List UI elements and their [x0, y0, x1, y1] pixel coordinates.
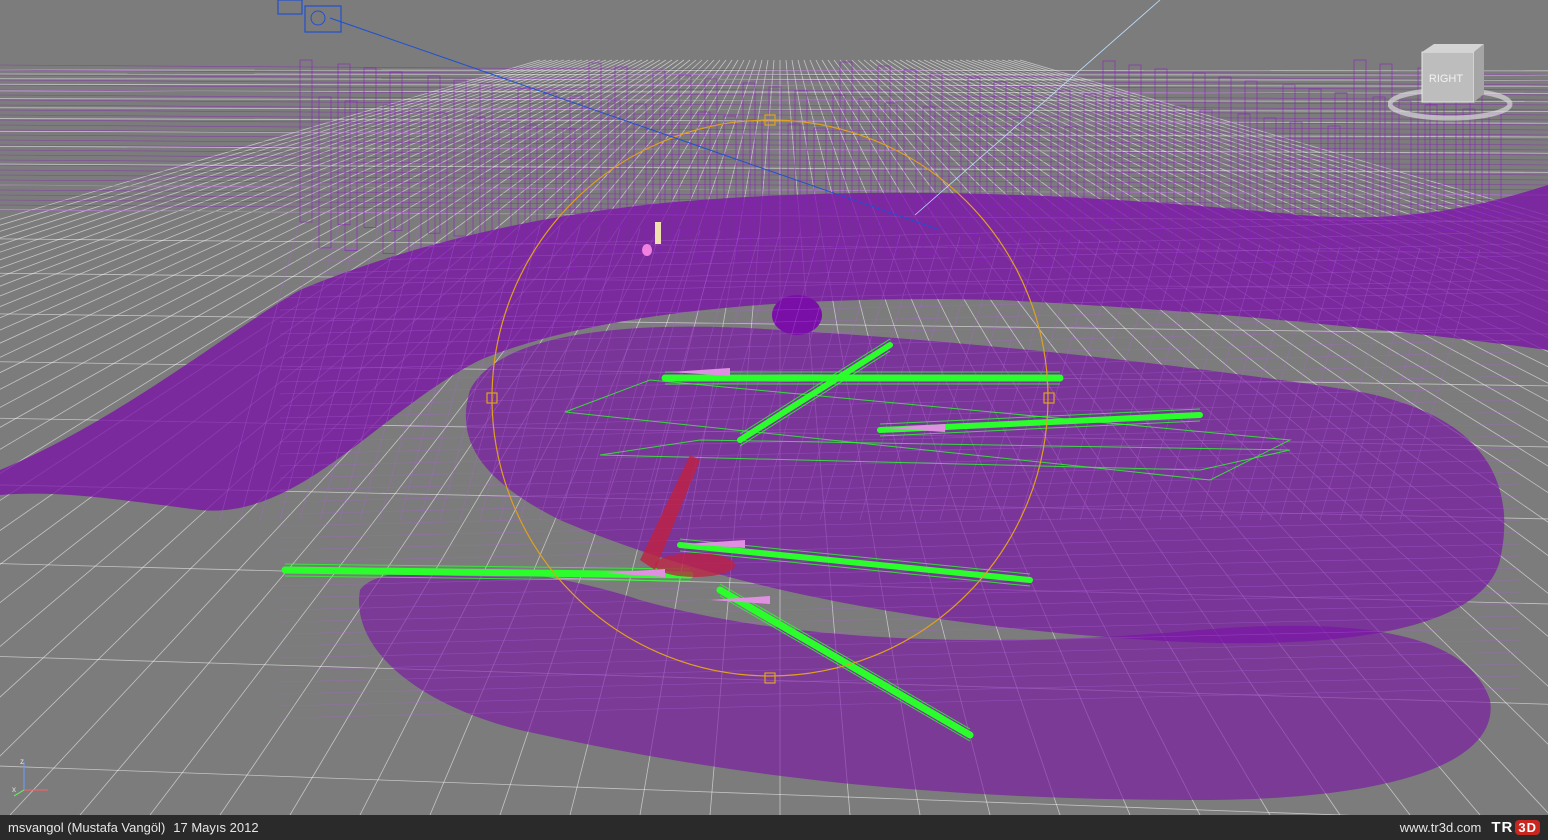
axis-z-label: z: [20, 757, 24, 766]
viewcube-icon[interactable]: RIGHT: [1388, 42, 1518, 126]
logo-box-text: 3D: [1515, 820, 1540, 835]
website-link[interactable]: www.tr3d.com: [1400, 820, 1482, 835]
status-bar: msvangol (Mustafa Vangöl) 17 Mayıs 2012 …: [0, 815, 1548, 840]
tr3d-logo: TR 3D: [1491, 819, 1540, 836]
date-label: 17 Mayıs 2012: [173, 820, 259, 835]
axis-tripod: z x: [8, 756, 56, 804]
scene-render: [0, 0, 1548, 815]
logo-text: TR: [1491, 819, 1514, 836]
axis-x-label: x: [12, 785, 16, 794]
3d-viewport[interactable]: RIGHT z x: [0, 0, 1548, 815]
viewcube-face-label: RIGHT: [1429, 73, 1464, 85]
author-credit: msvangol (Mustafa Vangöl): [8, 820, 166, 835]
